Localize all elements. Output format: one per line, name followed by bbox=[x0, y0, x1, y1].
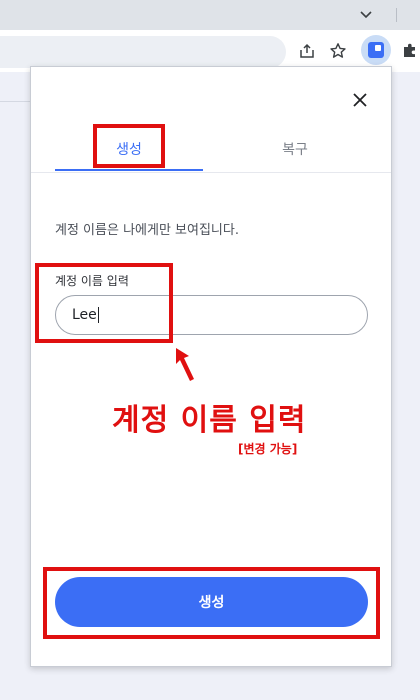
tabs-divider bbox=[31, 172, 391, 173]
extension-logo bbox=[368, 42, 384, 58]
star-icon[interactable] bbox=[326, 39, 350, 63]
tab-restore[interactable]: 복구 bbox=[225, 131, 365, 171]
annotation-arrow-icon bbox=[170, 345, 200, 385]
address-bar[interactable] bbox=[0, 36, 286, 68]
close-icon[interactable] bbox=[349, 89, 371, 111]
extension-icon[interactable] bbox=[361, 35, 391, 65]
page-divider bbox=[0, 101, 32, 102]
toolbar-divider bbox=[396, 8, 397, 22]
account-name-description: 계정 이름은 나에게만 보여집니다. bbox=[55, 223, 239, 238]
chevron-down-icon[interactable] bbox=[356, 5, 376, 25]
highlight-box-name-field bbox=[35, 263, 173, 343]
highlight-box-create-tab bbox=[93, 124, 165, 168]
annotation-title: 계정 이름 입력 bbox=[112, 403, 307, 438]
tab-restore-label: 복구 bbox=[282, 142, 308, 158]
puzzle-icon[interactable] bbox=[398, 39, 420, 63]
share-icon[interactable] bbox=[295, 39, 319, 63]
browser-tab-strip bbox=[0, 0, 420, 30]
annotation-subtitle: [변경 가능] bbox=[238, 442, 298, 456]
highlight-box-create-button bbox=[43, 567, 380, 639]
